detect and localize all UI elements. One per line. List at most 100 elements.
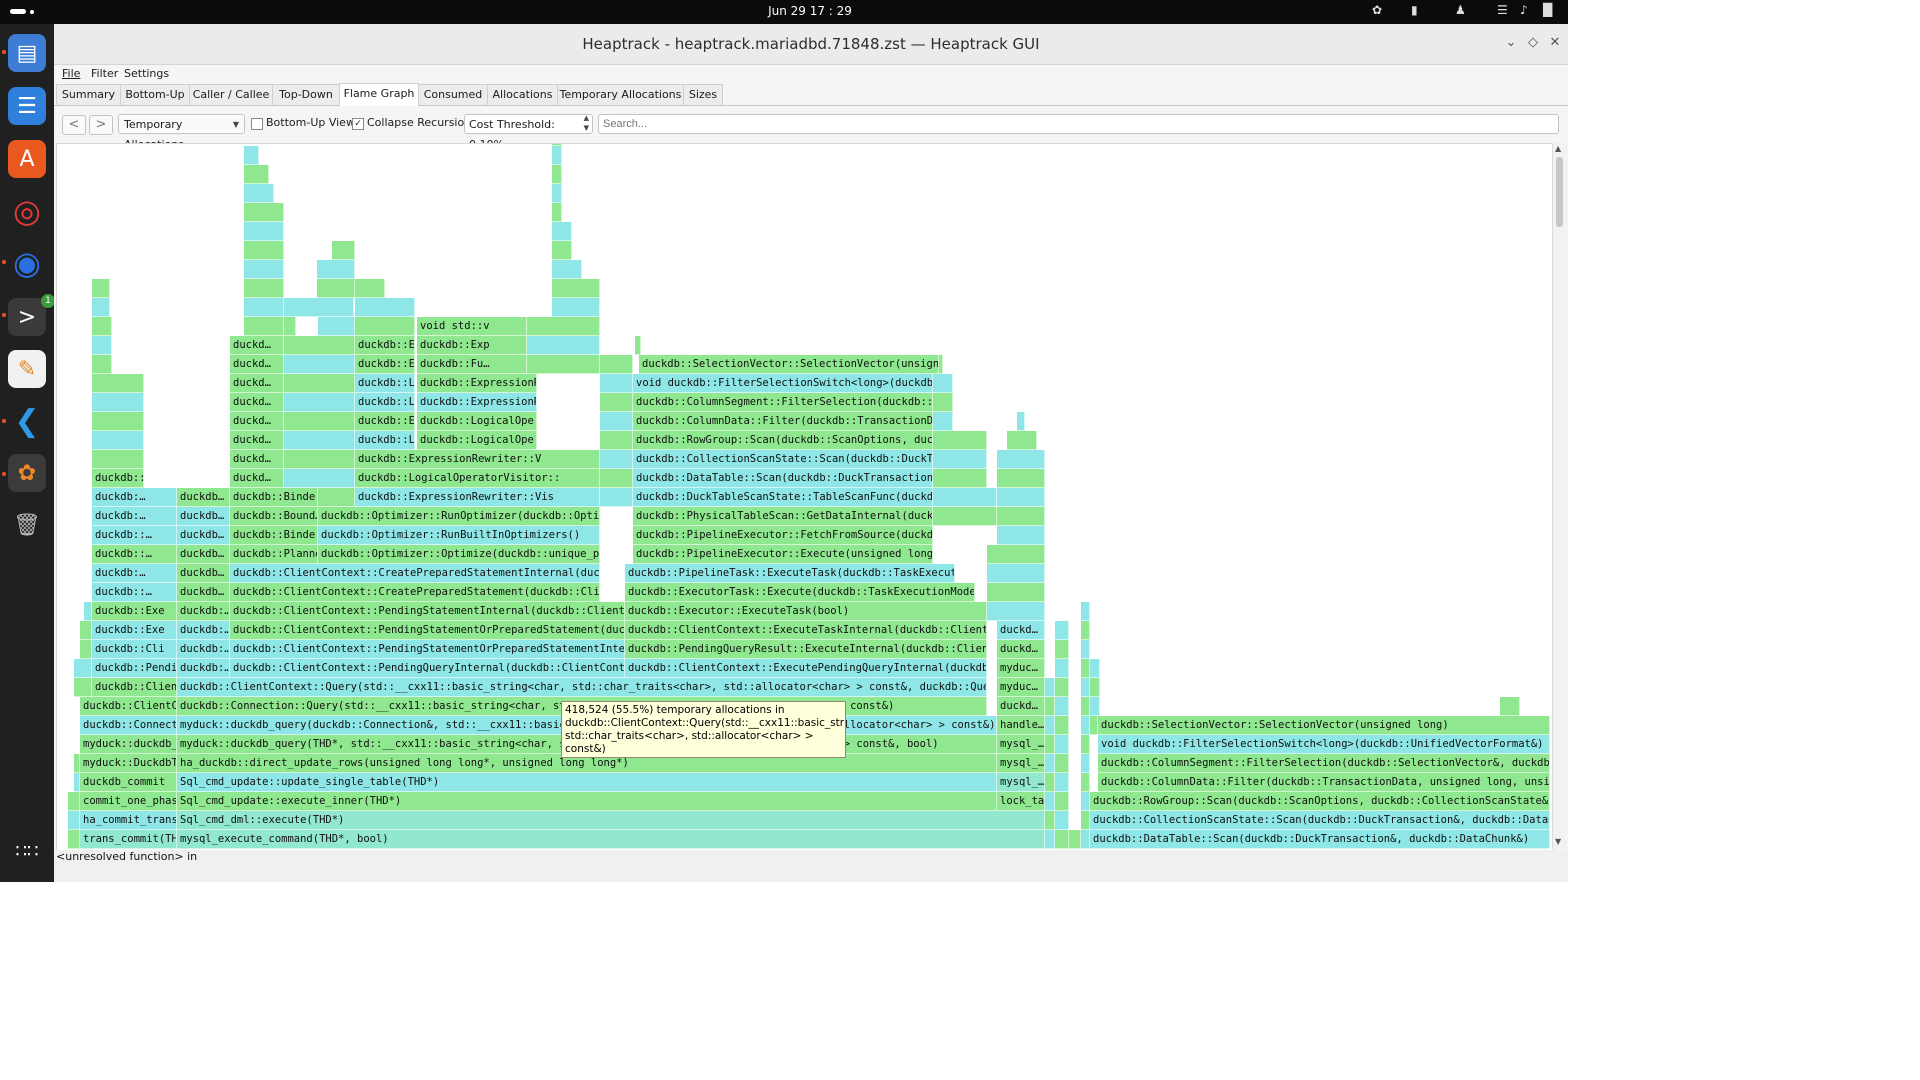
flame-frame[interactable]: duckd…	[230, 336, 284, 355]
flame-frame-small[interactable]	[74, 659, 92, 678]
flame-frame[interactable]: duckd…	[997, 621, 1045, 640]
flame-frame-small[interactable]	[1069, 830, 1081, 849]
flame-frame-small[interactable]	[600, 469, 633, 488]
flame-frame-small[interactable]	[284, 412, 355, 431]
flame-frame-small[interactable]	[600, 412, 633, 431]
flame-frame-small[interactable]	[933, 412, 953, 431]
flame-frame-small[interactable]	[1081, 659, 1090, 678]
flame-frame-small[interactable]	[68, 792, 80, 811]
tab-caller-callee[interactable]: Caller / Callee	[189, 84, 273, 105]
flame-frame-small[interactable]	[355, 317, 415, 336]
terminal-icon[interactable]: >1	[8, 294, 55, 336]
flame-frame-small[interactable]	[355, 298, 415, 317]
flame-frame[interactable]: Sql_cmd_update::execute_inner(THD*)	[177, 792, 997, 811]
flame-frame[interactable]: duckdb::PendingQueryResult::ExecuteInter…	[625, 640, 987, 659]
flame-frame-small[interactable]	[552, 222, 572, 241]
flame-frame[interactable]: lock_ta	[997, 792, 1045, 811]
flame-frame[interactable]: duckdb::Bound…	[230, 507, 318, 526]
flame-frame[interactable]: duckdb::Connecti	[80, 716, 177, 735]
flame-frame-small[interactable]	[600, 393, 633, 412]
flame-frame-small[interactable]	[284, 393, 355, 412]
flame-frame-small[interactable]	[92, 298, 110, 317]
flame-frame-small[interactable]	[244, 241, 284, 260]
flame-frame-small[interactable]	[552, 241, 572, 260]
flame-frame[interactable]: duckdb::ClientContext::Query(std::__cxx1…	[177, 678, 987, 697]
flame-frame[interactable]: duckdb::PipelineExecutor::FetchFromSourc…	[633, 526, 933, 545]
flame-frame-small[interactable]	[284, 336, 355, 355]
flame-frame-small[interactable]	[1081, 735, 1090, 754]
flame-frame-small[interactable]	[1081, 792, 1090, 811]
flame-frame[interactable]: duckdb::Binder	[230, 488, 318, 507]
flame-frame[interactable]: duckdb::ColumnSegment::FilterSelection(d…	[1098, 754, 1550, 773]
flame-frame[interactable]: duckdb…	[177, 564, 230, 583]
flame-frame-small[interactable]	[1055, 621, 1069, 640]
search-input[interactable]	[598, 114, 1559, 134]
flame-frame[interactable]: void duckdb::FilterSelectionSwitch<long>…	[633, 374, 933, 393]
flame-frame[interactable]: duckdb::…	[92, 545, 177, 564]
flame-frame-small[interactable]	[244, 279, 284, 298]
flame-frame[interactable]: ha_commit_trans(	[80, 811, 177, 830]
flame-frame-small[interactable]	[244, 222, 284, 241]
tab-consumed[interactable]: Consumed	[418, 84, 488, 105]
flame-frame-small[interactable]	[68, 830, 80, 849]
flame-frame[interactable]: mysql_execute_command(THD*, bool)	[177, 830, 1045, 849]
flame-frame[interactable]: duckdb:…	[92, 507, 177, 526]
accessibility-icon[interactable]: ♟	[1455, 3, 1466, 17]
flame-frame[interactable]: duckdb::Pendi…	[92, 659, 177, 678]
flame-frame[interactable]: duckdb::CollectionScanState::Scan(duckdb…	[633, 450, 933, 469]
cost-threshold-spinbox[interactable]: Cost Threshold: 0.10% ▲▼	[464, 114, 593, 151]
flame-frame-small[interactable]	[1045, 697, 1055, 716]
flame-frame[interactable]: duckdb::L…	[355, 374, 415, 393]
flame-frame-small[interactable]	[552, 184, 562, 203]
flame-frame[interactable]: Sql_cmd_dml::execute(THD*)	[177, 811, 1045, 830]
flame-frame-small[interactable]	[552, 298, 600, 317]
flame-frame-small[interactable]	[355, 279, 385, 298]
flame-frame-small[interactable]	[997, 526, 1045, 545]
flame-frame-small[interactable]	[1090, 697, 1100, 716]
flame-frame-small[interactable]	[933, 374, 953, 393]
flame-frame[interactable]: duckd…	[230, 393, 284, 412]
flame-frame[interactable]: duckdb:…	[177, 621, 230, 640]
flame-frame[interactable]: duckdb:…	[177, 659, 230, 678]
flame-frame-small[interactable]	[244, 146, 259, 165]
flame-frame[interactable]: duckdb::ExpressionR	[417, 393, 537, 412]
flame-frame-small[interactable]	[1090, 659, 1100, 678]
flame-frame[interactable]: duckdb…	[177, 545, 230, 564]
flame-frame-small[interactable]	[74, 678, 92, 697]
flame-frame[interactable]: duckd…	[230, 469, 284, 488]
flame-frame-small[interactable]	[552, 260, 582, 279]
files-icon[interactable]: ▤	[8, 34, 46, 72]
flame-frame[interactable]: duckdb::ExpressionRewriter::Vis	[355, 488, 600, 507]
flame-frame-small[interactable]	[130, 450, 144, 469]
flame-frame-small[interactable]	[1045, 678, 1055, 697]
flame-frame[interactable]: void std::v	[417, 317, 527, 336]
flame-frame-small[interactable]	[1081, 640, 1090, 659]
flame-frame-small[interactable]	[600, 488, 633, 507]
flame-frame[interactable]: duckd…	[230, 355, 284, 374]
flame-frame[interactable]: duckdb::ClientContext::PendingStatementO…	[230, 640, 625, 659]
flame-frame-small[interactable]	[1081, 811, 1090, 830]
flame-frame-small[interactable]	[92, 336, 112, 355]
heaptrack-icon[interactable]: ✿	[8, 454, 46, 492]
clock[interactable]: Jun 29 17 : 29	[700, 4, 920, 18]
flame-frame[interactable]: duckdb::L…	[355, 431, 415, 450]
flame-frame[interactable]: duckdb…	[177, 583, 230, 602]
flame-frame-small[interactable]	[284, 450, 355, 469]
flame-frame-small[interactable]	[1055, 735, 1069, 754]
flame-frame-small[interactable]	[284, 431, 355, 450]
flame-frame-small[interactable]	[1500, 697, 1520, 716]
flame-frame[interactable]: handle…	[997, 716, 1045, 735]
flame-frame-small[interactable]	[552, 144, 562, 146]
flame-frame-small[interactable]	[1081, 716, 1090, 735]
flame-frame-small[interactable]	[130, 431, 144, 450]
flame-frame[interactable]: duckdb::Optimizer::RunOptimizer(duckdb::…	[318, 507, 600, 526]
flame-frame-small[interactable]	[92, 393, 144, 412]
flame-frame-small[interactable]	[1017, 412, 1025, 431]
flame-frame-small[interactable]	[552, 146, 562, 165]
flame-frame-small[interactable]	[92, 374, 144, 393]
chrome-icon[interactable]: ◉	[8, 244, 46, 282]
flame-frame-small[interactable]	[1007, 431, 1037, 450]
flame-frame-small[interactable]	[1055, 678, 1069, 697]
document-icon[interactable]: ☰	[8, 87, 46, 125]
back-button[interactable]: <	[62, 115, 86, 135]
